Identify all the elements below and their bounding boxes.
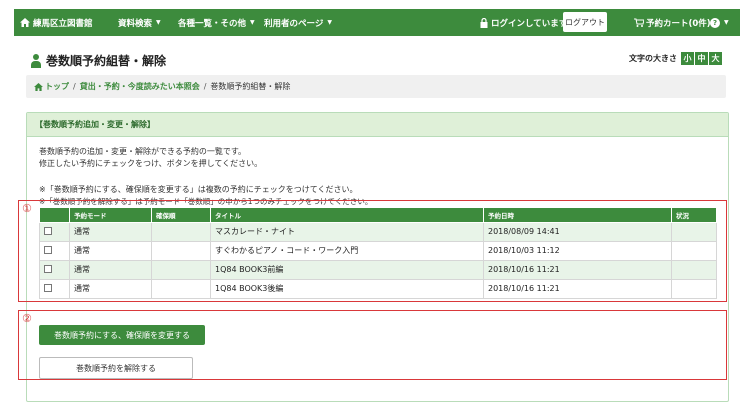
cart-label: 予約カート(0件) [646,18,711,29]
nav-home-link[interactable]: 練馬区立図書館 [20,17,93,29]
page-header: 巻数順予約組替・解除 文字の大きさ 小 中 大 [30,46,730,76]
breadcrumb-top-link[interactable]: トップ [45,81,69,92]
logout-button[interactable]: ログアウト [563,12,607,32]
panel-note-1: ※「巻数順予約にする、確保順を変更する」は複数の予約にチェックをつけてください。 [39,185,358,194]
breadcrumb-separator: / [73,82,76,91]
nav-search-menu[interactable]: 資料検索 ▼ [118,17,161,29]
font-size-large-button[interactable]: 大 [709,52,722,65]
user-icon [30,53,42,68]
login-status-label: ログインしています [491,18,568,29]
home-icon [34,82,43,91]
page-title: 巻数順予約組替・解除 [30,52,166,69]
annotation-box-buttons: ② [18,310,727,380]
caret-down-icon: ▼ [327,19,332,26]
font-size-selector: 文字の大きさ 小 中 大 [629,52,722,65]
nav-lists-menu[interactable]: 各種一覧・その他 ▼ [178,17,255,29]
library-name: 練馬区立図書館 [33,18,93,29]
nav-lists-label: 各種一覧・その他 [178,18,247,29]
annotation-number-1: ① [22,202,32,215]
nav-mypage-menu[interactable]: 利用者のページ ▼ [264,17,332,29]
top-navbar: 練馬区立図書館 資料検索 ▼ 各種一覧・その他 ▼ 利用者のページ ▼ ログイン… [14,9,740,36]
font-size-medium-button[interactable]: 中 [695,52,708,65]
nav-mypage-label: 利用者のページ [264,18,324,29]
breadcrumb: トップ / 貸出・予約・今度読みたい本照会 / 巻数順予約組替・解除 [26,75,726,98]
logout-label: ログアウト [565,17,605,27]
caret-down-icon: ▼ [156,19,161,26]
panel-heading: 【巻数順予約追加・変更・解除】 [27,113,728,137]
login-status: ログインしています [480,17,567,29]
breadcrumb-middle-link[interactable]: 貸出・予約・今度読みたい本照会 [80,81,200,92]
cart-icon [634,18,644,27]
home-icon [20,18,30,27]
nav-search-label: 資料検索 [118,18,153,29]
lock-icon [480,17,488,28]
breadcrumb-current: 巻数順予約組替・解除 [210,82,291,91]
panel-description-1: 巻数順予約の追加・変更・解除ができる予約の一覧です。 [39,147,247,156]
annotation-box-table: ① [18,200,727,302]
caret-down-icon: ▼ [250,19,255,26]
help-icon: ? [710,17,720,28]
annotation-number-2: ② [22,312,32,325]
font-size-small-button[interactable]: 小 [681,52,694,65]
cart-link[interactable]: 予約カート(0件) [634,17,711,29]
font-size-label: 文字の大きさ [629,54,677,63]
help-menu[interactable]: ? ▼ [710,17,729,28]
breadcrumb-separator: / [203,82,207,91]
page-title-text: 巻数順予約組替・解除 [46,54,167,68]
panel-description-2: 修正したい予約にチェックをつけ、ボタンを押してください。 [39,159,263,168]
caret-down-icon: ▼ [724,19,729,26]
